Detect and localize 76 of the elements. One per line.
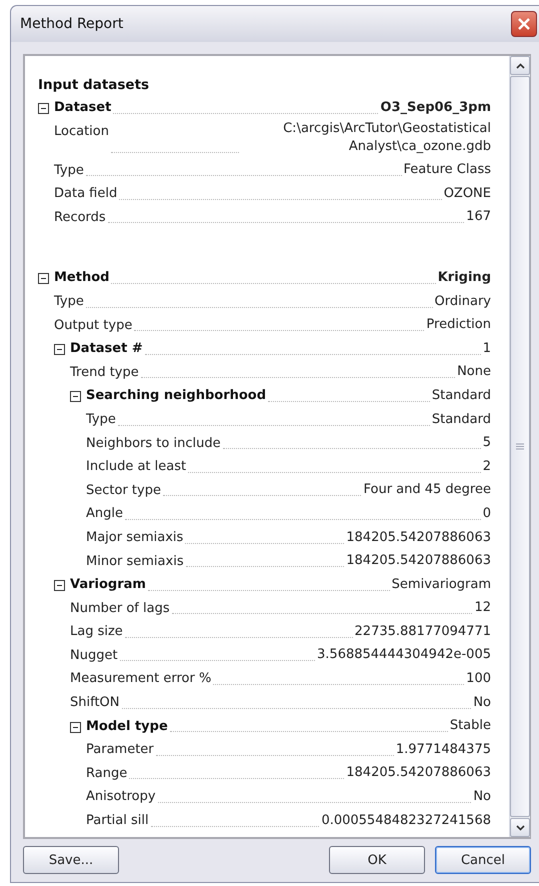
- property-label: Model type: [86, 718, 168, 736]
- property-label: Minor semiaxis: [86, 552, 184, 570]
- property-value: No: [473, 788, 491, 806]
- property-label: Sector type: [86, 482, 161, 500]
- property-value: 184205.54207886063: [346, 528, 491, 546]
- property-label: Type: [54, 292, 84, 311]
- property-value: Feature Class: [404, 161, 491, 180]
- property-value: 12: [474, 599, 491, 618]
- property-label: Data field: [54, 185, 118, 204]
- property-label: Measurement error %: [70, 670, 212, 688]
- scroll-down-button[interactable]: [510, 818, 530, 837]
- property-label: Method: [54, 269, 110, 288]
- property-value: 0: [482, 504, 491, 523]
- property-label: Dataset: [54, 99, 112, 117]
- window-title: Method Report: [20, 16, 124, 32]
- caret-up-icon: [516, 62, 524, 68]
- property-label: Major semiaxis: [86, 528, 184, 547]
- close-icon: [517, 17, 531, 31]
- property-value: 167: [466, 208, 491, 226]
- close-button[interactable]: [511, 11, 537, 37]
- property-value: 22735.88177094771: [354, 622, 491, 641]
- property-value: 100: [466, 670, 491, 688]
- property-label: Trend type: [70, 364, 139, 382]
- property-value: Kriging: [438, 268, 491, 287]
- collapse-toggle[interactable]: [70, 391, 81, 402]
- property-label: Lag size: [70, 623, 123, 642]
- dialog-button[interactable]: Save...: [23, 846, 119, 874]
- property-label: Searching neighborhood: [86, 387, 266, 406]
- property-value: Semivariogram: [392, 576, 491, 594]
- caret-down-icon: [516, 824, 524, 830]
- property-label: Range: [86, 764, 128, 783]
- property-label: Type: [54, 162, 84, 180]
- property-value: Four and 45 degree: [363, 481, 491, 500]
- property-label: Partial sill: [86, 812, 149, 830]
- property-value: 1.9771484375: [396, 740, 491, 759]
- collapse-toggle[interactable]: [54, 580, 65, 592]
- section-heading: Input datasets: [38, 76, 150, 95]
- dialog-button[interactable]: OK: [329, 846, 425, 874]
- property-value: 1: [482, 340, 491, 358]
- property-label: Number of lags: [70, 600, 170, 618]
- property-value: 2: [482, 458, 491, 476]
- property-label: Records: [54, 208, 106, 227]
- property-label: Nugget: [70, 646, 118, 665]
- property-value: O3_Sep06_3pm: [380, 98, 491, 117]
- scroll-up-button[interactable]: [510, 56, 530, 75]
- property-value: Prediction: [426, 316, 491, 334]
- property-value: Ordinary: [434, 292, 491, 311]
- grip-icon: [516, 443, 524, 450]
- property-label: Variogram: [70, 576, 146, 594]
- property-label: ShiftON: [70, 694, 120, 712]
- property-label: Angle: [86, 505, 123, 524]
- dialog-button[interactable]: Cancel: [435, 846, 531, 874]
- collapse-toggle[interactable]: [70, 722, 81, 733]
- property-value: OZONE: [444, 184, 491, 203]
- property-label: Include at least: [86, 458, 186, 476]
- property-value: 184205.54207886063: [346, 552, 491, 570]
- property-label: Neighbors to include: [86, 434, 221, 453]
- collapse-toggle[interactable]: [38, 103, 49, 114]
- property-label: Type: [86, 410, 116, 429]
- property-value: 184205.54207886063: [346, 764, 491, 782]
- property-value: Stable: [450, 717, 491, 736]
- property-value: No: [473, 694, 491, 712]
- property-value: Standard: [432, 386, 491, 405]
- collapse-toggle[interactable]: [38, 273, 49, 284]
- property-label: Output type: [54, 316, 132, 335]
- property-value: C:\arcgis\ArcTutor\Geostatistical Analyst\ca_ozone.gdb: [282, 120, 491, 156]
- property-label: Parameter: [86, 741, 154, 760]
- property-value: 0.0005548482327241568: [321, 812, 491, 830]
- property-value: Standard: [432, 410, 491, 429]
- property-value: 3.568854444304942e-005: [317, 646, 491, 664]
- collapse-toggle[interactable]: [54, 344, 65, 356]
- property-label: Dataset #: [70, 340, 143, 358]
- property-label: Location: [54, 122, 109, 141]
- property-value: None: [457, 363, 491, 382]
- property-label: Anisotropy: [86, 788, 156, 806]
- property-value: 5: [482, 434, 491, 452]
